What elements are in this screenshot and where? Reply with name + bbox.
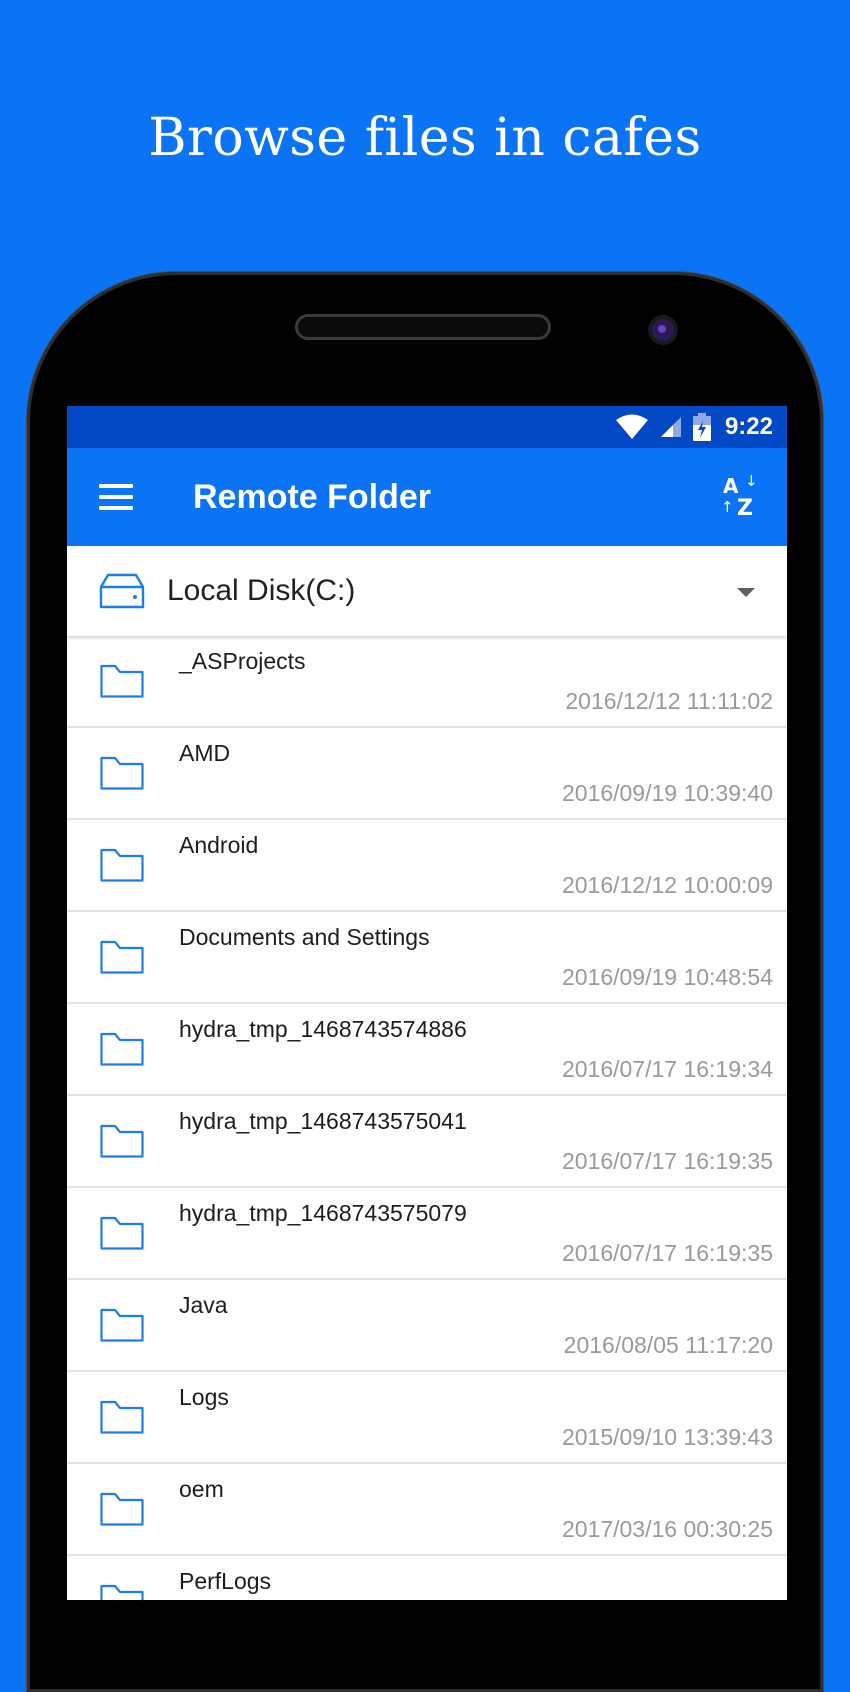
status-bar: 9:22: [67, 406, 787, 448]
file-name: oem: [179, 1476, 224, 1502]
app-bar-title: Remote Folder: [193, 477, 432, 516]
folder-icon: [100, 1124, 144, 1158]
list-item[interactable]: hydra_tmp_1468743575041 2016/07/17 16:19…: [67, 1096, 787, 1188]
list-item[interactable]: Android 2016/12/12 10:00:09: [67, 820, 787, 912]
file-modified: 2016/07/17 16:19:35: [561, 1148, 773, 1174]
folder-icon: [100, 940, 144, 974]
list-item[interactable]: hydra_tmp_1468743574886 2016/07/17 16:19…: [67, 1004, 787, 1096]
file-name: hydra_tmp_1468743575079: [179, 1200, 467, 1226]
phone-camera: [652, 319, 674, 341]
battery-charging-icon: [692, 413, 711, 441]
folder-icon: [100, 756, 144, 790]
drive-selector[interactable]: Local Disk(C:): [67, 546, 787, 636]
menu-icon[interactable]: [99, 484, 133, 510]
file-list: _ASProjects 2016/12/12 11:11:02 AMD 2016…: [67, 636, 787, 1600]
hard-drive-icon: [99, 573, 145, 609]
promo-headline: Browse files in cafes: [148, 108, 702, 168]
folder-icon: [100, 848, 144, 882]
file-name: Android: [179, 832, 259, 858]
file-name: _ASProjects: [179, 648, 306, 674]
file-modified: 2016/07/17 16:19:34: [561, 1056, 773, 1082]
file-modified: 2016/07/17 16:19:35: [561, 1240, 773, 1266]
file-name: Java: [179, 1292, 228, 1318]
folder-icon: [100, 1584, 144, 1600]
file-modified: 2016/08/05 11:17:20: [563, 1332, 773, 1358]
sort-az-icon[interactable]: A ↓ ↑ Z: [721, 472, 767, 521]
list-item[interactable]: _ASProjects 2016/12/12 11:11:02: [67, 636, 787, 728]
list-item[interactable]: Documents and Settings 2016/09/19 10:48:…: [67, 912, 787, 1004]
file-name: Logs: [179, 1384, 229, 1410]
cell-signal-icon: [660, 417, 681, 437]
drive-selector-label: Local Disk(C:): [167, 574, 356, 607]
wifi-icon: [615, 414, 648, 439]
status-time: 9:22: [724, 413, 773, 440]
file-name: PerfLogs: [179, 1568, 272, 1594]
list-item[interactable]: oem 2017/03/16 00:30:25: [67, 1464, 787, 1556]
file-name: hydra_tmp_1468743575041: [179, 1108, 467, 1134]
list-item[interactable]: hydra_tmp_1468743575079 2016/07/17 16:19…: [67, 1188, 787, 1280]
file-name: hydra_tmp_1468743574886: [179, 1016, 467, 1042]
list-item[interactable]: Java 2016/08/05 11:17:20: [67, 1280, 787, 1372]
folder-icon: [100, 1308, 144, 1342]
list-item[interactable]: PerfLogs: [67, 1556, 787, 1600]
folder-icon: [100, 1216, 144, 1250]
phone-screen: 9:22 Remote Folder A ↓ ↑ Z Local Disk(C:) …: [67, 406, 787, 1600]
folder-icon: [100, 1032, 144, 1066]
file-modified: 2016/09/19 10:39:40: [561, 780, 773, 806]
folder-icon: [100, 1400, 144, 1434]
file-modified: 2016/12/12 10:00:09: [561, 872, 773, 898]
file-modified: 2017/03/16 00:30:25: [561, 1516, 773, 1542]
file-name: Documents and Settings: [179, 924, 430, 950]
folder-icon: [100, 664, 144, 698]
file-name: AMD: [179, 740, 231, 766]
folder-icon: [100, 1492, 144, 1526]
list-item[interactable]: Logs 2015/09/10 13:39:43: [67, 1372, 787, 1464]
list-item[interactable]: AMD 2016/09/19 10:39:40: [67, 728, 787, 820]
file-modified: 2016/12/12 11:11:02: [565, 688, 773, 714]
file-modified: 2016/09/19 10:48:54: [561, 964, 773, 990]
phone-speaker: [295, 314, 551, 340]
chevron-down-icon: [737, 588, 755, 597]
app-bar: Remote Folder A ↓ ↑ Z: [67, 448, 787, 546]
file-modified: 2015/09/10 13:39:43: [561, 1424, 773, 1450]
